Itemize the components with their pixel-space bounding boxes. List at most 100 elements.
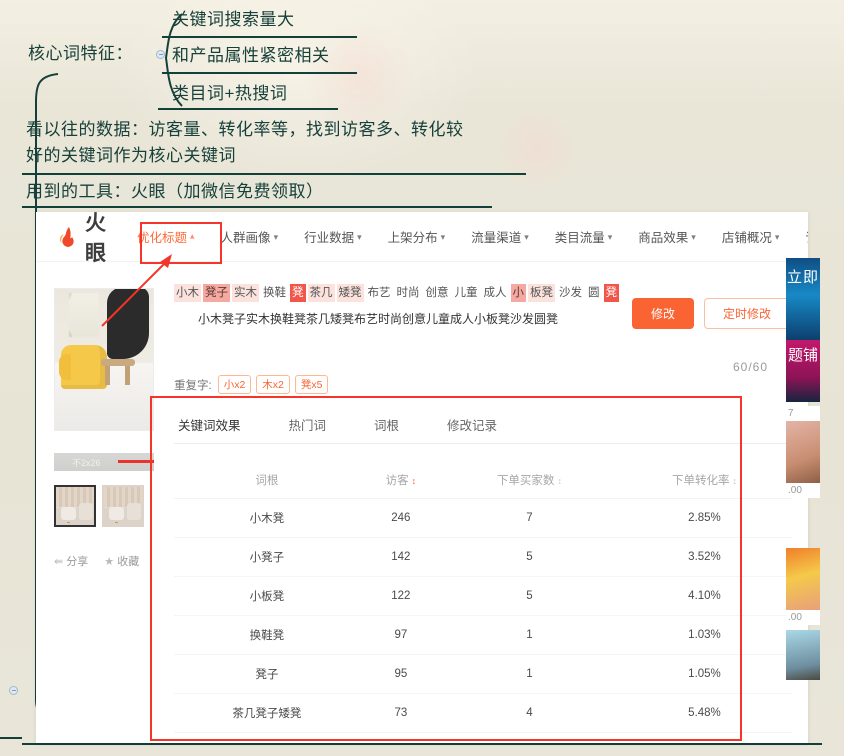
cell-visitors: 95 — [359, 654, 442, 694]
tab-3[interactable]: 修改记录 — [447, 406, 497, 443]
sort-icon[interactable]: ↕ — [557, 476, 562, 486]
nav-item-5[interactable]: 类目流量 ▾ — [555, 227, 613, 246]
rail-banner-2-text: 题铺 — [786, 340, 820, 402]
nav-item-3[interactable]: 上架分布 ▾ — [388, 227, 446, 246]
rail-listing-1[interactable]: 7 .00 — [786, 406, 820, 498]
rail-label-3: .00 — [786, 610, 820, 625]
branch-label-1: 和产品属性紧密相关 — [172, 46, 330, 65]
cell-word: 换鞋凳 — [174, 615, 360, 655]
cell-rate: 1.05% — [616, 654, 792, 694]
thumbnail-2[interactable] — [102, 485, 144, 527]
keyword-chip-14[interactable]: 沙发 — [557, 284, 584, 302]
branch-underline-1 — [162, 72, 357, 74]
rail-image-1 — [786, 421, 820, 483]
collapse-dot-icon-bottom[interactable] — [9, 686, 18, 695]
keyword-chip-13[interactable]: 板凳 — [528, 284, 555, 302]
cell-visitors: 97 — [359, 615, 442, 655]
keyword-chip-6[interactable]: 矮凳 — [336, 284, 364, 302]
share-button[interactable]: ⇚ 分享 — [54, 553, 88, 569]
nav-item-7[interactable]: 店铺概况 ▾ — [722, 227, 780, 246]
keyword-chip-1[interactable]: 凳子 — [203, 284, 230, 302]
keyword-chip-10[interactable]: 儿童 — [453, 284, 480, 302]
rail-listing-3[interactable] — [786, 630, 820, 680]
table-col-2[interactable]: 下单买家数 ↕ — [441, 462, 617, 499]
product-gallery: 不2x26 ⇚ 分享 ★ 收藏 — [36, 272, 166, 743]
schedule-modify-button[interactable]: 定时修改 — [703, 298, 790, 329]
price-strip-text: 不2x26 — [72, 458, 101, 468]
keyword-chip-7[interactable]: 布艺 — [366, 284, 393, 302]
keyword-chip-12[interactable]: 小 — [510, 284, 526, 302]
branch-underline-2 — [158, 108, 338, 110]
duplicate-tag-0: 小x2 — [217, 375, 252, 394]
note-line-1: 看以往的数据：访客量、转化率等，找到访客多、转化较 — [26, 120, 464, 139]
modify-button[interactable]: 修改 — [631, 298, 694, 329]
keyword-effect-table: 词根 访客 ↕ 下单买家数 ↕ 下单转化率 ↕ 小木凳 246 7 2.85% 小凳子 142 5 3.5… — [174, 462, 792, 743]
table-col-1[interactable]: 访客 ↕ — [359, 462, 442, 499]
cell-buyers: 1 — [441, 654, 617, 694]
chevron-down-icon: ▾ — [357, 232, 362, 242]
keyword-chip-15[interactable]: 圆 — [586, 284, 602, 302]
tab-2[interactable]: 词根 — [374, 406, 399, 443]
tab-1[interactable]: 热门词 — [289, 406, 327, 443]
table-row[interactable]: 换鞋凳 97 1 1.03% — [174, 615, 792, 655]
keyword-chip-16[interactable]: 凳 — [603, 284, 619, 302]
nav-item-8[interactable]: 订购中心▾ — [805, 227, 808, 246]
nav-item-6[interactable]: 商品效果 ▾ — [638, 227, 696, 246]
sort-icon[interactable]: ↕ — [732, 476, 737, 486]
nav-item-2[interactable]: 行业数据 ▾ — [304, 227, 362, 246]
keyword-chip-3[interactable]: 换鞋 — [261, 284, 288, 302]
table-row[interactable]: 小凳子 142 5 3.52% — [174, 537, 792, 577]
cell-visitors: 142 — [359, 537, 442, 577]
duplicate-tag-1: 木x2 — [256, 375, 290, 394]
brand: 火眼 — [58, 212, 107, 267]
table-row[interactable]: 小板凳 122 5 4.10% — [174, 576, 792, 616]
cell-visitors: 67 — [359, 732, 442, 743]
right-side-panel: 立即 题铺 7 .00 .00 — [786, 258, 820, 734]
cell-buyers: 4 — [441, 693, 617, 733]
nav-item-1[interactable]: 人群画像 ▾ — [221, 227, 279, 246]
brand-name: 火眼 — [85, 212, 107, 265]
duplicate-tag-2: 凳x5 — [294, 375, 329, 394]
product-main-image[interactable] — [54, 288, 154, 431]
keyword-chip-11[interactable]: 成人 — [482, 284, 509, 302]
table-row[interactable]: 凳子 95 1 1.05% — [174, 654, 792, 694]
table-col-3[interactable]: 下单转化率 ↕ — [616, 462, 792, 499]
cell-buyers: 5 — [441, 576, 617, 616]
table-row[interactable]: 茶几凳子矮凳 73 4 5.48% — [174, 693, 792, 733]
app-base-line — [22, 743, 822, 745]
keyword-chip-4[interactable]: 凳 — [290, 284, 306, 302]
chevron-down-icon: ▾ — [190, 232, 195, 242]
sort-icon[interactable]: ↕ — [412, 476, 417, 486]
nav-item-4[interactable]: 流量渠道 ▾ — [471, 227, 529, 246]
tab-0[interactable]: 关键词效果 — [178, 406, 241, 443]
cell-buyers: 1 — [441, 615, 617, 655]
favorite-button[interactable]: ★ 收藏 — [104, 553, 139, 569]
table-col-label: 下单买家数 — [496, 475, 555, 487]
nav-item-0[interactable]: 优化标题 ▾ — [137, 227, 195, 246]
table-row[interactable]: 儿童凳子6700.00% — [174, 732, 792, 743]
keyword-chip-8[interactable]: 时尚 — [395, 284, 422, 302]
nav-item-label: 店铺概况 — [721, 231, 772, 245]
keyword-chip-5[interactable]: 茶几 — [307, 284, 335, 302]
nav-item-label: 上架分布 — [387, 231, 438, 245]
rail-banner-2[interactable]: 题铺 — [786, 340, 820, 402]
title-optimizer-panel: 小木 凳子 实木 换鞋凳茶几 矮凳 布艺 时尚 创意 儿童 成人小板凳 沙发圆凳 小木凳子实木换鞋凳… — [166, 272, 808, 743]
keyword-chip-2[interactable]: 实木 — [232, 284, 259, 302]
cell-word: 凳子 — [174, 654, 360, 694]
table-col-label: 下单转化率 — [671, 475, 730, 487]
table-row[interactable]: 小木凳 246 7 2.85% — [174, 498, 792, 538]
trunk-base-line — [0, 737, 22, 739]
rail-image-2 — [786, 548, 820, 610]
thumbnail-1[interactable] — [54, 485, 96, 527]
cell-rate: 2.85% — [616, 498, 792, 538]
keyword-chip-0[interactable]: 小木 — [174, 284, 201, 302]
duplicate-tag-list: 小x2 木x2 凳x5 — [217, 375, 329, 394]
chevron-down-icon: ▾ — [524, 232, 529, 242]
duplicate-chars-row: 重复字: 小x2 木x2 凳x5 — [174, 375, 792, 394]
rail-banner-1[interactable]: 立即 — [786, 258, 820, 340]
app-top-nav: 火眼 优化标题 ▾ 人群画像 ▾ 行业数据 ▾ 上架分布 ▾ 流量渠道 ▾ 类目流量 ▾ 商品效果 ▾ 店铺… — [36, 212, 808, 265]
keyword-chip-9[interactable]: 创意 — [424, 284, 451, 302]
rail-listing-2[interactable]: .00 — [786, 548, 820, 625]
tool-note-underline — [22, 206, 492, 208]
nav-item-label: 行业数据 — [304, 231, 355, 245]
